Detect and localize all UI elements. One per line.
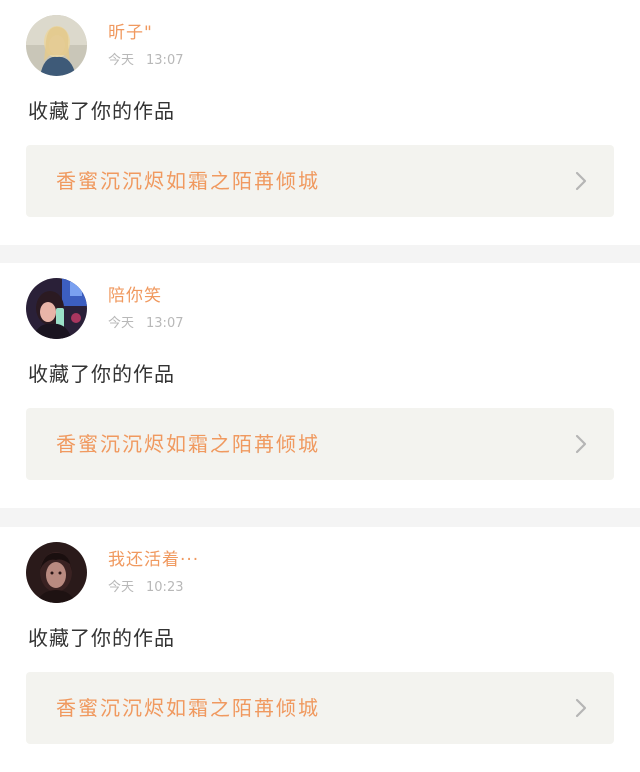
work-link-card[interactable]: 香蜜沉沉烬如霜之陌苒倾城: [26, 408, 614, 480]
username[interactable]: 陪你笑: [108, 285, 162, 307]
chevron-right-icon: [575, 434, 587, 454]
work-title: 香蜜沉沉烬如霜之陌苒倾城: [56, 169, 320, 193]
time-label: 10:23: [146, 580, 184, 595]
date-label: 今天: [108, 53, 135, 68]
timestamp: 今天 10:23: [108, 579, 183, 597]
date-label: 今天: [108, 316, 135, 331]
action-text: 收藏了你的作品: [28, 362, 175, 386]
work-link-card[interactable]: 香蜜沉沉烬如霜之陌苒倾城: [26, 145, 614, 217]
work-link-card[interactable]: 香蜜沉沉烬如霜之陌苒倾城: [26, 672, 614, 744]
work-title: 香蜜沉沉烬如霜之陌苒倾城: [56, 696, 320, 720]
action-text: 收藏了你的作品: [28, 99, 175, 123]
work-title: 香蜜沉沉烬如霜之陌苒倾城: [56, 432, 320, 456]
time-label: 13:07: [146, 53, 184, 68]
timestamp: 今天 13:07: [108, 52, 183, 70]
username[interactable]: 我还活着···: [108, 549, 199, 571]
user-avatar[interactable]: [26, 542, 87, 603]
time-label: 13:07: [146, 316, 184, 331]
user-avatar[interactable]: [26, 15, 87, 76]
action-text: 收藏了你的作品: [28, 626, 175, 650]
timestamp: 今天 13:07: [108, 315, 183, 333]
user-avatar[interactable]: [26, 278, 87, 339]
notification-feed: 昕子" 今天 13:07 收藏了你的作品 香蜜沉沉烬如霜之陌苒倾城 陪你笑 今天…: [0, 0, 640, 772]
user-avatar-icon: [26, 278, 87, 339]
date-label: 今天: [108, 580, 135, 595]
notification-card: 昕子" 今天 13:07 收藏了你的作品 香蜜沉沉烬如霜之陌苒倾城: [0, 0, 640, 245]
chevron-right-icon: [575, 171, 587, 191]
user-avatar-icon: [26, 542, 87, 603]
notification-card: 陪你笑 今天 13:07 收藏了你的作品 香蜜沉沉烬如霜之陌苒倾城: [0, 263, 640, 508]
user-avatar-icon: [26, 15, 87, 76]
chevron-right-icon: [575, 698, 587, 718]
notification-card: 我还活着··· 今天 10:23 收藏了你的作品 香蜜沉沉烬如霜之陌苒倾城: [0, 527, 640, 772]
username[interactable]: 昕子": [108, 22, 153, 44]
